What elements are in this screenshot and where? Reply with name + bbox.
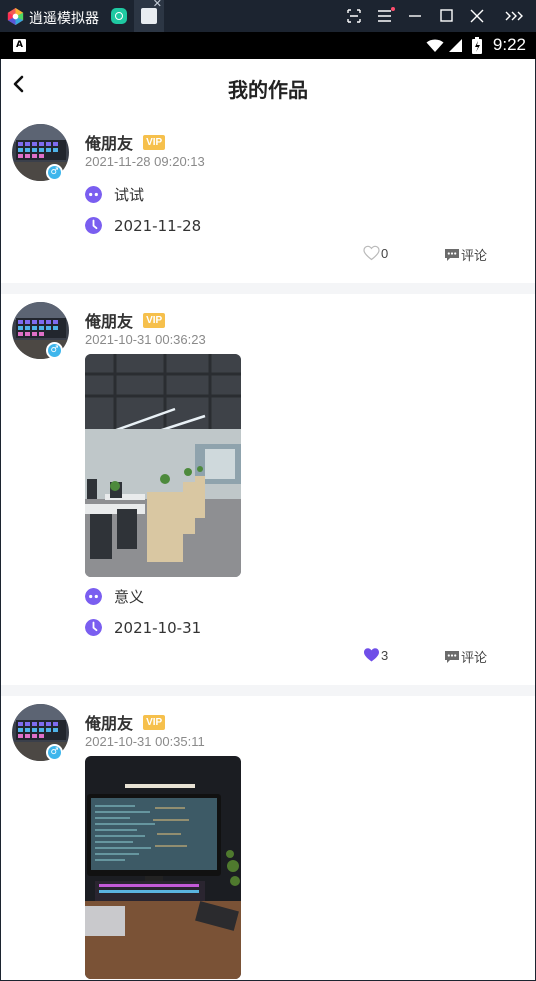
post-card[interactable]: ♂ 俺朋友 VIP 2021-10-31 00:36:23 意义 2021-10… [1,294,535,685]
comment-label: 评论 [461,249,488,264]
like-count: 0 [381,245,389,261]
desk-setup-photo [85,756,241,979]
tab-app-store[interactable] [104,0,134,32]
heart-filled-icon [364,648,379,662]
username[interactable]: 俺朋友 [85,714,133,733]
signal-icon [449,39,462,52]
chat-dots-icon [85,186,102,203]
comment-button[interactable]: 评论 [444,647,487,666]
tab-current-app[interactable]: ✕ [134,0,164,32]
post-title: 试试 [114,186,145,204]
user-row: 俺朋友 VIP [85,300,535,331]
post-date-row: 2021-10-31 [85,612,535,643]
header: 我的作品 [1,59,535,116]
male-gender-icon: ♂ [46,164,63,181]
minimize-icon[interactable] [403,6,427,26]
action-row: 3 评论 [1,643,535,673]
post-timestamp: 2021-11-28 09:20:13 [85,154,205,169]
comment-icon [445,248,459,261]
tab-close-icon[interactable]: ✕ [153,0,162,10]
divider [1,283,535,294]
menu-icon[interactable] [373,6,397,26]
vip-badge: VIP [143,714,166,730]
post-timestamp: 2021-10-31 00:36:23 [85,332,206,347]
more-icon[interactable] [502,6,526,26]
post-title-row: 试试 [85,179,535,210]
clock-icon [85,217,102,234]
app-store-icon [111,8,127,24]
post-photo[interactable] [85,756,241,979]
like-count: 3 [381,647,389,663]
user-row: 俺朋友 VIP [85,702,535,733]
username[interactable]: 俺朋友 [85,134,133,153]
post-date-row: 2021-11-28 [85,210,535,241]
comment-icon [445,650,459,663]
app-screen: 我的作品 ♂ 俺朋友 VIP 2021-11-28 09:20:13 试试 20… [1,59,535,980]
vip-badge: VIP [143,134,166,150]
male-gender-icon: ♂ [46,744,63,761]
post-card[interactable]: ♂ 俺朋友 VIP 2021-10-31 00:35:11 [1,696,535,980]
office-photo [85,354,241,577]
emulator-logo-icon [7,7,24,26]
wifi-icon [426,39,444,52]
vip-badge: VIP [143,312,166,328]
post-photo[interactable] [85,354,241,577]
app-tab-icon [141,8,157,24]
like-button[interactable]: 0 [363,245,388,261]
action-row: 0 评论 [1,241,535,271]
male-gender-icon: ♂ [46,342,63,359]
battery-icon [472,37,482,54]
post-title-row: 意义 [85,581,535,612]
emulator-title: 逍遥模拟器 [29,11,99,27]
notification-icon: A [13,39,26,52]
comment-label: 评论 [461,651,488,666]
maximize-icon[interactable] [434,6,458,26]
clock: 9:22 [492,35,526,54]
comment-button[interactable]: 评论 [444,245,487,264]
heart-outline-icon [363,245,380,261]
page-title: 我的作品 [228,78,308,102]
post-timestamp: 2021-10-31 00:35:11 [85,734,205,749]
emulator-title-bar: 逍遥模拟器 ✕ [0,0,536,32]
chat-dots-icon [85,588,102,605]
close-icon[interactable] [465,6,489,26]
like-button[interactable]: 3 [363,647,388,663]
clock-icon [85,619,102,636]
post-title: 意义 [114,588,145,606]
post-date: 2021-11-28 [114,216,202,235]
post-card[interactable]: ♂ 俺朋友 VIP 2021-11-28 09:20:13 试试 2021-11… [1,116,535,283]
post-date: 2021-10-31 [114,618,202,637]
user-row: 俺朋友 VIP [85,122,535,153]
status-bar: A 9:22 [0,32,536,59]
divider [1,685,535,696]
username[interactable]: 俺朋友 [85,312,133,331]
screenshot-icon[interactable] [342,6,366,26]
